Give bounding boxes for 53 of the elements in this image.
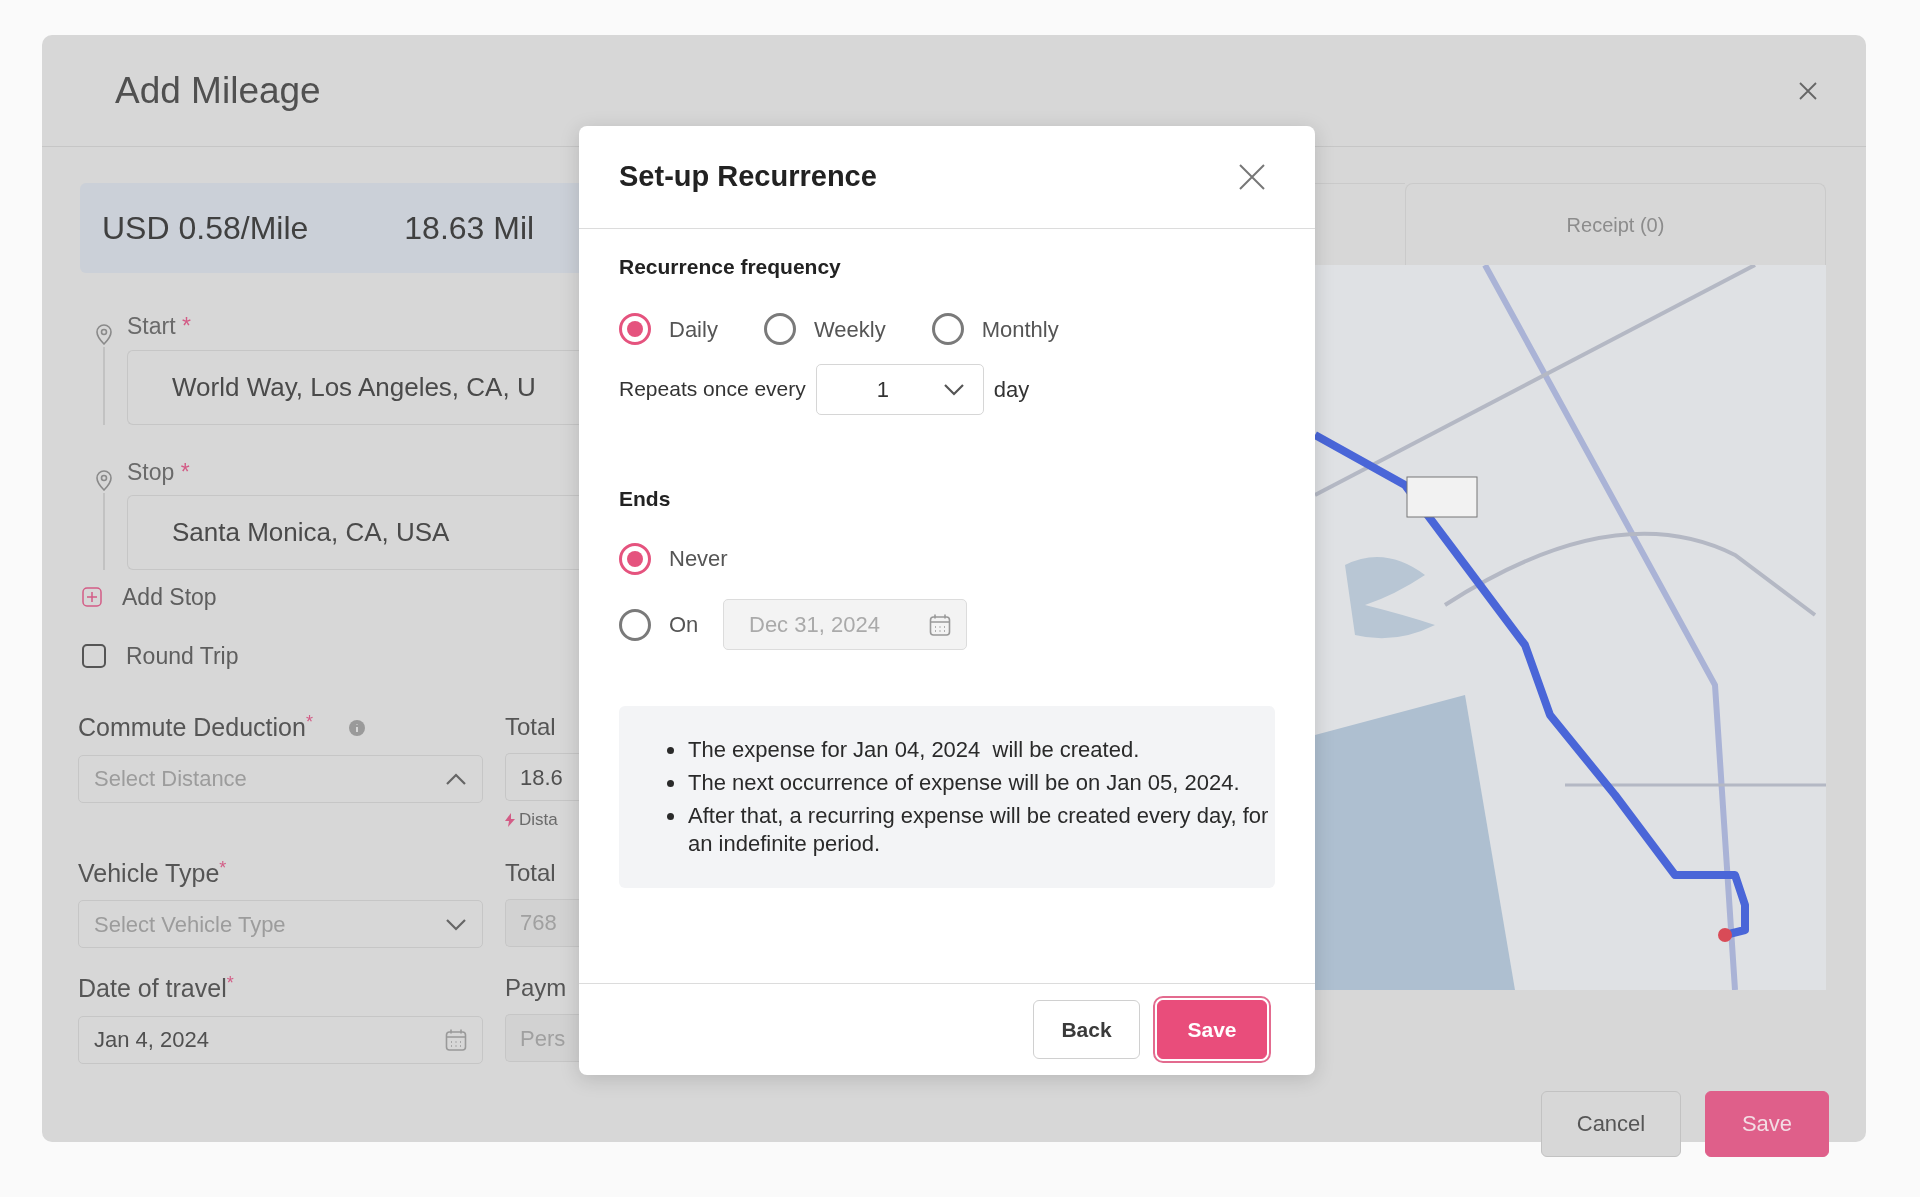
field-label: Vehicle Type* xyxy=(78,856,227,889)
chevron-down-icon xyxy=(942,382,965,396)
field-label: Start * xyxy=(127,312,192,341)
radio-button[interactable] xyxy=(931,313,964,345)
field-label: Stop * xyxy=(127,457,191,487)
close-icon[interactable] xyxy=(1239,164,1265,190)
modal-title: Set-up Recurrence xyxy=(619,159,877,195)
date-field[interactable]: Jan 4, 2024 xyxy=(78,1015,483,1064)
chevron-up-icon xyxy=(445,771,467,786)
bullet-icon xyxy=(667,813,674,820)
radio-button[interactable] xyxy=(763,313,796,345)
lightning-icon xyxy=(505,812,515,827)
round-trip-checkbox[interactable] xyxy=(82,643,106,668)
secondary-button[interactable]: Back xyxy=(1033,1000,1140,1059)
location-pin-icon xyxy=(94,323,113,345)
field-label: Paym xyxy=(505,973,568,1003)
summary-text: After that, a recurring expense will be created every day, for an indefinite period. xyxy=(688,802,1269,858)
location-pin-icon xyxy=(94,468,113,491)
section-heading: Ends xyxy=(619,485,672,512)
location-field[interactable]: Santa Monica, CA, USA xyxy=(127,495,579,570)
chevron-down-icon xyxy=(445,917,467,931)
calendar-icon xyxy=(445,1027,467,1052)
summary-text: The expense for Jan 04, 2024 will be created. xyxy=(688,736,1140,764)
radio-label: Monthly xyxy=(981,315,1059,344)
field-label: Total xyxy=(505,712,557,742)
save-button[interactable]: Save xyxy=(1705,1090,1829,1157)
repeat-label: Repeats once every xyxy=(619,376,806,403)
calendar-icon xyxy=(929,612,951,637)
field-label: Commute Deduction* xyxy=(78,711,313,743)
repeat-unit: day xyxy=(993,375,1030,404)
radio-label: Never xyxy=(669,545,728,573)
interval-select[interactable]: 1 xyxy=(815,363,984,415)
round-trip-label: Round Trip xyxy=(126,641,239,671)
field-label: Date of travel* xyxy=(78,972,234,1004)
bullet-icon xyxy=(667,780,674,787)
distance-text: 18.63 Mil xyxy=(404,209,535,248)
section-heading: Recurrence frequency xyxy=(619,254,842,280)
radio-button[interactable] xyxy=(619,542,651,575)
hint-text: Dista xyxy=(519,809,558,831)
add-icon[interactable] xyxy=(82,587,102,608)
radio-label: On xyxy=(669,611,700,639)
radio-button[interactable] xyxy=(619,313,651,345)
add-stop-link[interactable]: Add Stop xyxy=(122,580,217,615)
field-label: Total xyxy=(505,857,557,888)
radio-label: Weekly xyxy=(813,315,886,344)
secondary-button[interactable]: Cancel xyxy=(1541,1090,1681,1157)
close-icon[interactable] xyxy=(1798,80,1818,101)
location-field[interactable]: World Way, Los Angeles, CA, U xyxy=(127,349,579,425)
bullet-icon xyxy=(667,747,674,754)
dialog-title: Add Mileage xyxy=(115,68,321,113)
radio-label: Daily xyxy=(669,315,718,344)
rate-text: USD 0.58/Mile xyxy=(102,209,309,248)
summary-text: The next occurrence of expense will be on Jan 05, 2024. xyxy=(688,769,1240,797)
